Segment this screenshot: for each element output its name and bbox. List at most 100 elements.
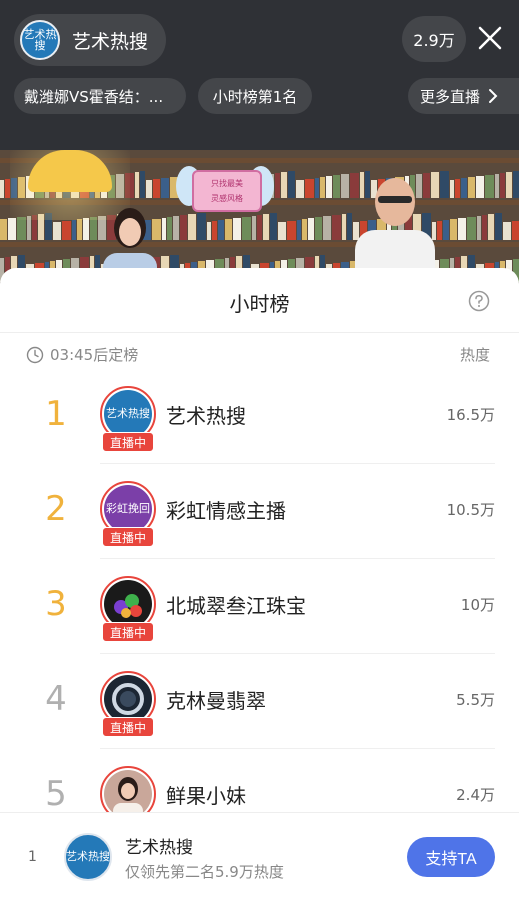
lead-subtitle: 仅领先第二名5.9万热度	[125, 863, 284, 881]
book	[315, 217, 322, 240]
countdown-text: 03:45后定榜	[50, 346, 139, 364]
book	[0, 219, 7, 240]
rank-row[interactable]: 3 直播中 北城翠叁江珠宝 10万	[0, 560, 519, 654]
heat-value: 5.5万	[456, 691, 495, 709]
streamer-name: 克林曼翡翠	[166, 689, 266, 713]
divider	[100, 748, 495, 749]
host-avatar[interactable]: 艺术热搜	[20, 20, 60, 60]
divider	[100, 653, 495, 654]
my-rank-number: 1	[28, 849, 37, 865]
book	[323, 216, 331, 240]
chip-label: 戴潍娜VS霍香结：...	[24, 87, 164, 106]
book	[468, 177, 475, 198]
book	[270, 213, 277, 240]
host-name: 艺术热搜	[72, 30, 149, 53]
question-circle-icon[interactable]	[468, 290, 490, 312]
book	[167, 217, 172, 240]
avatar-image	[104, 580, 152, 628]
heat-value: 10.5万	[446, 501, 495, 519]
close-button[interactable]	[472, 20, 508, 56]
countdown: 03:45后定榜	[26, 344, 138, 365]
book	[326, 176, 332, 198]
support-button[interactable]: 支持TA	[407, 837, 495, 877]
live-badge: 直播中	[102, 622, 154, 642]
book	[72, 220, 76, 240]
book	[0, 180, 4, 198]
book	[333, 175, 340, 198]
book	[513, 171, 519, 198]
heat-value: 16.5万	[446, 406, 495, 424]
book	[500, 173, 505, 198]
hourly-rank-chip[interactable]: 小时榜第1名	[198, 78, 312, 114]
book	[252, 216, 256, 240]
book	[450, 219, 457, 240]
avatar-image	[104, 675, 152, 723]
streamer-name: 艺术热搜	[166, 404, 246, 428]
my-avatar[interactable]: 艺术热搜	[64, 833, 112, 881]
book	[320, 177, 325, 198]
divider	[0, 332, 519, 333]
person-photo-icon	[113, 777, 143, 817]
book	[53, 222, 61, 240]
sheet-title: 小时榜	[229, 292, 290, 316]
host-pill[interactable]: 艺术热搜 艺术热搜	[14, 14, 166, 66]
book	[287, 221, 296, 240]
book	[180, 215, 187, 240]
book	[173, 216, 179, 240]
chevron-right-icon	[489, 89, 498, 103]
heat-value: 10万	[460, 596, 495, 614]
book	[302, 219, 307, 240]
more-live-chip[interactable]: 更多直播	[408, 78, 519, 114]
rank-number: 2	[45, 489, 67, 529]
avatar-image	[104, 770, 152, 818]
avatar-image: 彩虹挽回	[104, 485, 152, 533]
chip-label: 更多直播	[420, 87, 481, 106]
avatar-image: 艺术热搜	[104, 390, 152, 438]
book	[218, 220, 224, 240]
streamer-name: 鲜果小妹	[166, 784, 246, 808]
heat-value: 2.4万	[456, 786, 495, 804]
book	[257, 215, 262, 240]
live-badge: 直播中	[102, 432, 154, 452]
hourly-rank-sheet: 小时榜 03:45后定榜 热度 1 艺术热搜 直播中 艺术热搜 16.5万 2 …	[0, 268, 519, 900]
book	[495, 213, 502, 240]
book	[296, 180, 304, 198]
book	[467, 217, 476, 240]
rank-row[interactable]: 4 直播中 克林曼翡翠 5.5万	[0, 655, 519, 749]
book	[275, 173, 280, 198]
divider	[100, 463, 495, 464]
book	[212, 221, 217, 240]
sign-text: 只找最美	[211, 179, 243, 188]
clock-icon	[26, 346, 44, 363]
rank-row[interactable]: 2 彩虹挽回 直播中 彩虹情感主播 10.5万	[0, 465, 519, 559]
heat-column-header: 热度	[460, 346, 491, 364]
book	[461, 178, 467, 198]
book	[62, 221, 71, 240]
related-live-chip[interactable]: 戴潍娜VS霍香结：...	[14, 78, 186, 114]
book	[281, 172, 287, 198]
rank-row[interactable]: 1 艺术热搜 直播中 艺术热搜 16.5万	[0, 370, 519, 464]
book	[485, 175, 494, 198]
jade-ring-icon	[112, 683, 144, 715]
book	[207, 222, 211, 240]
book	[242, 217, 251, 240]
book	[263, 214, 269, 240]
book	[482, 215, 487, 240]
streamer-name: 彩虹情感主播	[166, 499, 286, 523]
book	[146, 180, 152, 198]
book	[495, 174, 499, 198]
studio-sign: 只找最美 灵感风格	[192, 170, 262, 212]
book	[506, 172, 512, 198]
book	[308, 218, 314, 240]
book	[477, 216, 481, 240]
book	[455, 179, 460, 198]
book	[288, 171, 295, 198]
book	[297, 220, 301, 240]
book	[450, 180, 454, 198]
my-name: 艺术热搜	[125, 838, 193, 858]
book	[315, 178, 319, 198]
my-rank-footer: 1 艺术热搜 艺术热搜 仅领先第二名5.9万热度 支持TA	[0, 812, 519, 900]
live-header: 艺术热搜 艺术热搜 2.9万 戴潍娜VS霍香结：... 小时榜第1名 更多直播	[0, 0, 519, 150]
viewer-count[interactable]: 2.9万	[402, 16, 466, 62]
book	[503, 222, 511, 240]
